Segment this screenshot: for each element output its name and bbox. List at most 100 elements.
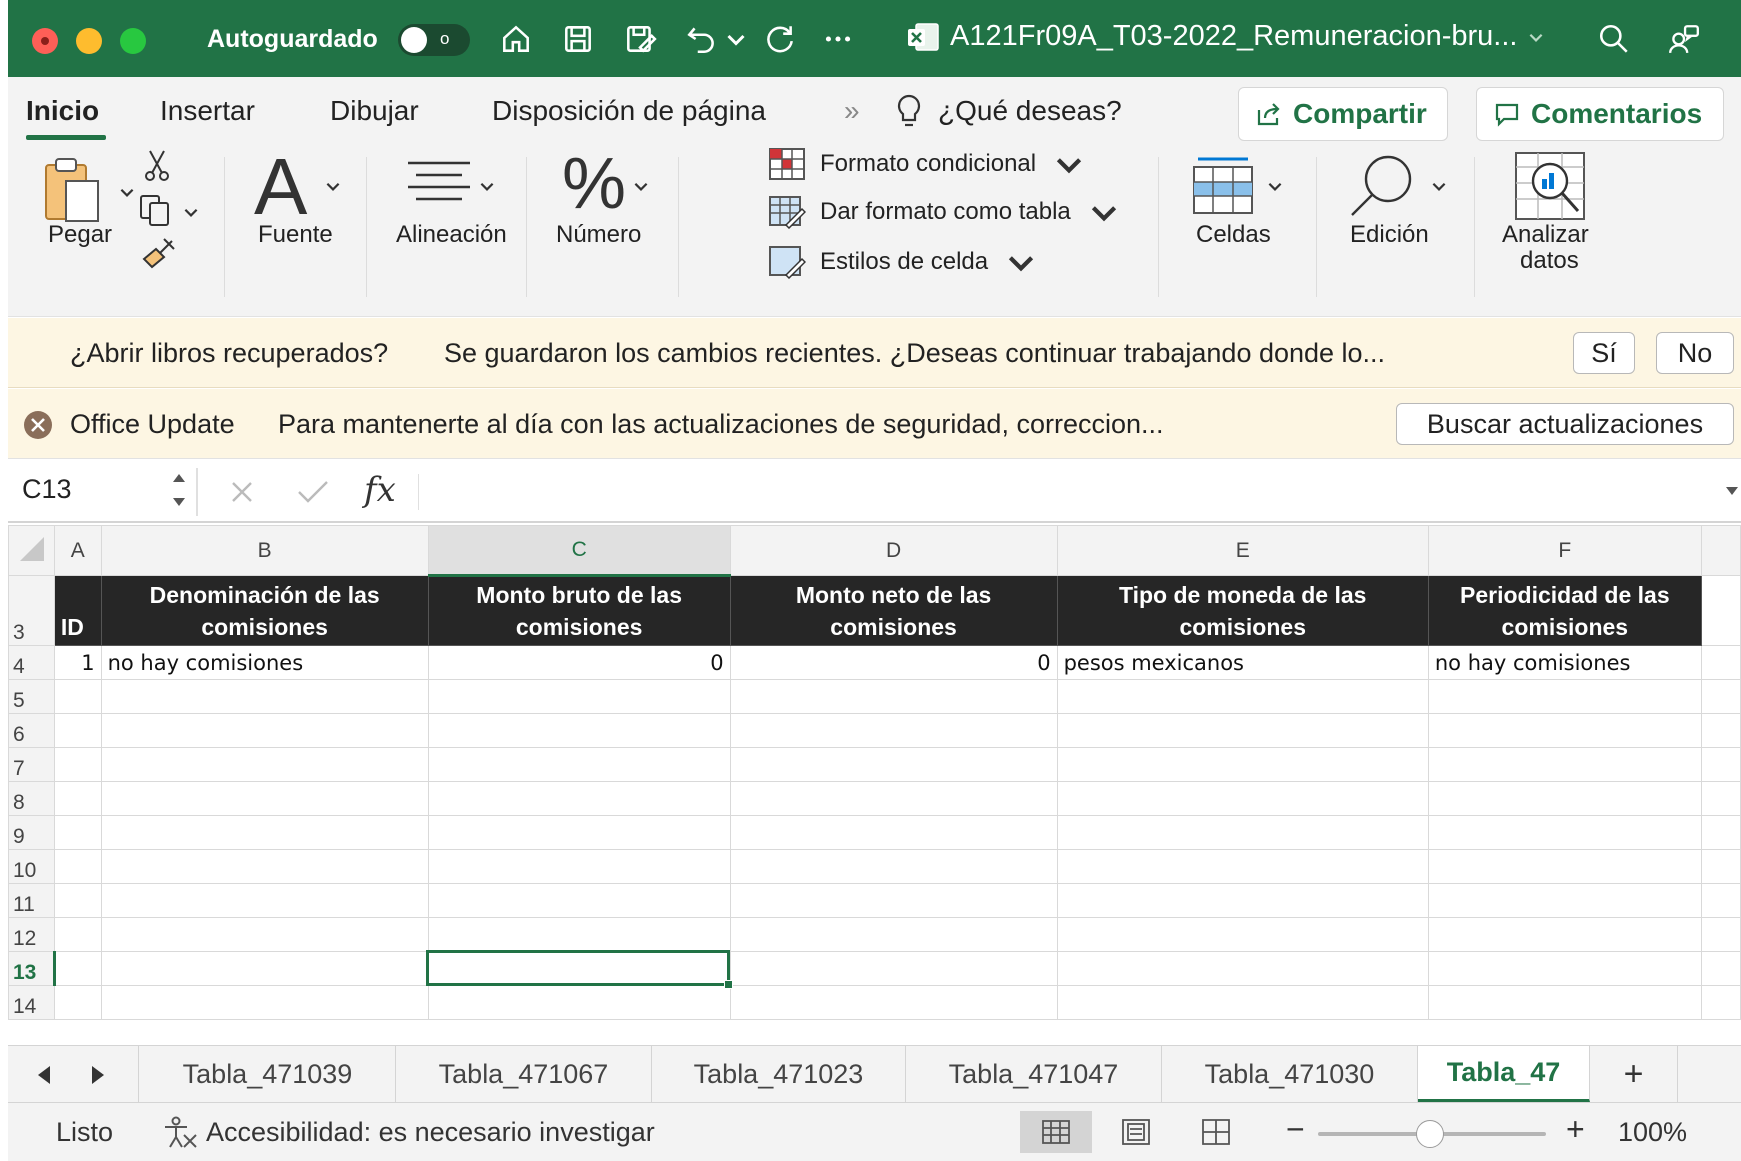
tab-dibujar[interactable]: Dibujar (330, 95, 419, 127)
more-commands-icon[interactable] (816, 18, 860, 60)
next-sheet-icon[interactable] (86, 1064, 108, 1086)
cell[interactable] (1056, 679, 1429, 714)
cell[interactable] (100, 917, 429, 952)
cell-monto-neto[interactable]: 0 (729, 645, 1058, 680)
cell[interactable] (1700, 985, 1741, 1020)
name-box-stepper-icon[interactable] (170, 470, 188, 510)
home-icon[interactable] (494, 18, 538, 60)
more-tabs-chevron-icon[interactable]: » (844, 95, 860, 127)
cell[interactable] (53, 849, 102, 884)
share-button[interactable]: Compartir (1238, 87, 1448, 141)
cancel-formula-icon[interactable] (228, 478, 256, 506)
insert-function-icon[interactable]: fx (364, 470, 396, 510)
paste-button[interactable]: Pegar (28, 147, 134, 317)
cell[interactable] (427, 985, 731, 1020)
row-header-5[interactable]: 5 (8, 679, 55, 714)
row-header-7[interactable]: 7 (8, 747, 55, 782)
column-header-f[interactable]: F (1427, 525, 1702, 576)
confirm-formula-icon[interactable] (296, 478, 330, 506)
tab-disposicion-de-pagina[interactable]: Disposición de página (492, 95, 766, 127)
normal-view-button[interactable] (1020, 1111, 1092, 1153)
cell[interactable] (53, 985, 102, 1020)
cell[interactable] (100, 815, 429, 850)
cell[interactable] (729, 747, 1058, 782)
close-window-button[interactable] (32, 28, 58, 54)
accessibility-icon[interactable] (162, 1115, 198, 1149)
page-layout-view-button[interactable] (1100, 1111, 1172, 1153)
cell[interactable] (53, 917, 102, 952)
cell[interactable] (1700, 815, 1741, 850)
cell[interactable] (100, 713, 429, 748)
format-as-table-button[interactable]: Dar formato como tabla (768, 195, 1123, 229)
cell[interactable] (1700, 747, 1741, 782)
cell[interactable] (729, 883, 1058, 918)
row-header-4[interactable]: 4 (8, 645, 55, 680)
paste-chevron-down-icon[interactable] (118, 183, 136, 201)
row-header-6[interactable]: 6 (8, 713, 55, 748)
cells-group-button[interactable]: Celdas (1176, 147, 1304, 317)
cell[interactable] (1056, 951, 1429, 986)
cell[interactable] (100, 849, 429, 884)
column-header-a[interactable]: A (53, 525, 102, 576)
row-header-12[interactable]: 12 (8, 917, 55, 952)
accessibility-status[interactable]: Accesibilidad: es necesario investigar (206, 1117, 655, 1148)
cell[interactable] (729, 713, 1058, 748)
copy-icon[interactable] (138, 193, 174, 227)
alignment-group-button[interactable]: Alineación (378, 147, 528, 317)
cell[interactable] (427, 679, 731, 714)
minimize-window-button[interactable] (76, 28, 102, 54)
cell[interactable] (1056, 917, 1429, 952)
cell[interactable] (1427, 985, 1702, 1020)
zoom-window-button[interactable] (120, 28, 146, 54)
column-header-g[interactable] (1700, 525, 1741, 576)
conditional-format-button[interactable]: Formato condicional (768, 147, 1088, 181)
cell[interactable] (1056, 781, 1429, 816)
autosave-toggle[interactable]: o (398, 24, 470, 56)
cell-tipo-moneda[interactable]: pesos mexicanos (1056, 645, 1429, 680)
font-group-button[interactable]: A Fuente (234, 142, 364, 317)
column-header-e[interactable]: E (1056, 525, 1429, 576)
cell[interactable] (1427, 747, 1702, 782)
cell[interactable] (1056, 985, 1429, 1020)
cell[interactable] (53, 951, 102, 986)
cell-id[interactable]: 1 (53, 645, 102, 680)
cell-denominacion[interactable]: no hay comisiones (100, 645, 429, 680)
document-title[interactable]: A121Fr09A_T03-2022_Remuneracion-bru... (906, 20, 1545, 53)
header-cell-periodicidad[interactable]: Periodicidad de las comisiones (1427, 575, 1702, 646)
cell[interactable] (427, 747, 731, 782)
cell[interactable] (53, 713, 102, 748)
undo-icon[interactable] (680, 18, 724, 60)
comments-button[interactable]: Comentarios (1476, 87, 1724, 141)
dismiss-circle-icon[interactable] (22, 409, 54, 441)
cell-periodicidad[interactable]: no hay comisiones (1427, 645, 1702, 680)
cell[interactable] (427, 815, 731, 850)
cell-styles-button[interactable]: Estilos de celda (768, 245, 1040, 279)
cell[interactable] (100, 985, 429, 1020)
name-box[interactable]: C13 (22, 474, 72, 505)
page-break-view-button[interactable] (1180, 1111, 1252, 1153)
cell[interactable] (1700, 849, 1741, 884)
sheet-tab-4[interactable]: Tabla_471047 (906, 1046, 1162, 1102)
cell-monto-bruto[interactable]: 0 (427, 645, 731, 680)
select-all-corner[interactable] (8, 525, 55, 576)
row-header-14[interactable]: 14 (8, 985, 55, 1020)
cell[interactable] (1056, 883, 1429, 918)
cell[interactable] (53, 781, 102, 816)
cell[interactable] (1056, 713, 1429, 748)
zoom-slider-knob[interactable] (1416, 1120, 1444, 1148)
cell[interactable] (100, 883, 429, 918)
redo-icon[interactable] (758, 18, 802, 60)
cell[interactable] (1056, 747, 1429, 782)
cell[interactable] (53, 883, 102, 918)
cell[interactable] (1427, 849, 1702, 884)
column-header-b[interactable]: B (100, 525, 429, 576)
tab-insertar[interactable]: Insertar (160, 95, 255, 127)
cell[interactable] (427, 713, 731, 748)
zoom-in-button[interactable]: + (1566, 1111, 1585, 1148)
recovered-yes-button[interactable]: Sí (1573, 332, 1635, 374)
row-header-13[interactable]: 13 (8, 951, 56, 986)
format-painter-icon[interactable] (138, 235, 178, 271)
cut-icon[interactable] (142, 149, 172, 183)
cell[interactable] (1427, 917, 1702, 952)
cell[interactable] (427, 781, 731, 816)
